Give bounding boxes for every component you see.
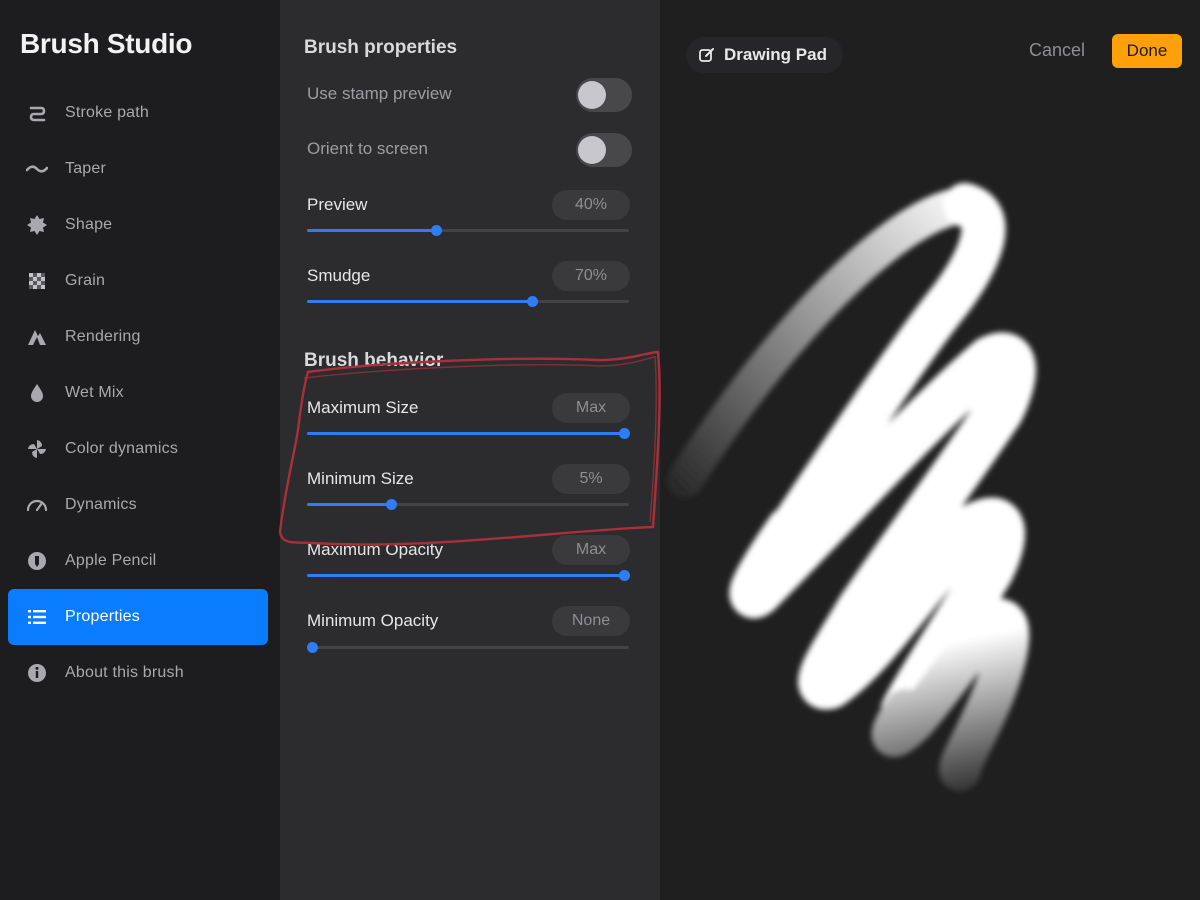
wet-mix-icon <box>24 380 50 406</box>
sidebar-item-label: Rendering <box>65 328 141 345</box>
sidebar-item-wet-mix[interactable]: Wet Mix <box>8 365 268 421</box>
minimum-size-slider[interactable] <box>307 498 629 510</box>
use-stamp-preview-toggle[interactable] <box>576 78 632 112</box>
slider-thumb[interactable] <box>619 428 630 439</box>
maximum-size-slider[interactable] <box>307 427 630 439</box>
cancel-button[interactable]: Cancel <box>1029 40 1085 61</box>
minimum-opacity-slider[interactable] <box>307 641 629 653</box>
sidebar-item-stroke-path[interactable]: Stroke path <box>8 85 268 141</box>
done-button[interactable]: Done <box>1112 34 1182 68</box>
sidebar-item-label: Color dynamics <box>65 440 179 457</box>
smudge-label: Smudge <box>307 266 371 285</box>
toggle-knob <box>578 81 606 109</box>
section-title-brush-properties: Brush properties <box>304 37 458 58</box>
minimum-size-label: Minimum Size <box>307 469 414 488</box>
taper-icon <box>24 156 50 182</box>
sidebar-item-label: Wet Mix <box>65 384 124 401</box>
slider-fill <box>307 574 629 577</box>
slider-thumb[interactable] <box>527 296 539 307</box>
properties-panel: Brush properties Use stamp preview Orien… <box>280 0 660 900</box>
sidebar-item-label: Taper <box>65 160 107 177</box>
slider-fill <box>307 503 391 506</box>
sidebar-item-label: Apple Pencil <box>65 552 157 569</box>
maximum-opacity-value[interactable]: Max <box>552 535 630 565</box>
slider-fill <box>307 432 629 435</box>
maximum-size-label: Maximum Size <box>307 398 419 417</box>
edit-icon <box>699 48 714 62</box>
preview-value[interactable]: 40% <box>552 190 630 220</box>
sidebar-item-label: About this brush <box>65 664 184 681</box>
section-title-brush-behavior: Brush behavior <box>304 350 444 371</box>
stroke-path-icon <box>24 100 50 126</box>
drawing-pad-label: Drawing Pad <box>724 45 827 64</box>
grain-icon <box>24 268 50 294</box>
slider-track <box>307 646 629 649</box>
drawing-pad-button[interactable]: Drawing Pad <box>686 37 843 73</box>
about-icon <box>24 660 50 686</box>
minimum-size-value[interactable]: 5% <box>552 464 630 494</box>
properties-icon <box>24 604 50 630</box>
toggle-knob <box>578 136 606 164</box>
dynamics-icon <box>24 492 50 518</box>
use-stamp-preview-label: Use stamp preview <box>307 84 452 103</box>
slider-fill <box>307 300 533 303</box>
rendering-icon <box>24 324 50 350</box>
sidebar-item-rendering[interactable]: Rendering <box>8 309 268 365</box>
sidebar-item-label: Properties <box>65 608 140 625</box>
orient-to-screen-toggle[interactable] <box>576 133 632 167</box>
sidebar-item-label: Grain <box>65 272 106 289</box>
maximum-opacity-slider[interactable] <box>307 569 630 581</box>
color-dynamics-icon <box>24 436 50 462</box>
sidebar: Brush Studio Stroke path Taper Shape Gra… <box>0 0 280 900</box>
orient-to-screen-label: Orient to screen <box>307 139 428 158</box>
maximum-opacity-label: Maximum Opacity <box>307 540 444 559</box>
sidebar-item-label: Dynamics <box>65 496 137 513</box>
preview-label: Preview <box>307 195 368 214</box>
maximum-size-value[interactable]: Max <box>552 393 630 423</box>
slider-fill <box>307 229 436 232</box>
sidebar-item-label: Shape <box>65 216 113 233</box>
smudge-slider[interactable] <box>307 295 629 307</box>
sidebar-item-color-dynamics[interactable]: Color dynamics <box>8 421 268 477</box>
sidebar-item-about[interactable]: About this brush <box>8 645 268 701</box>
sidebar-item-apple-pencil[interactable]: Apple Pencil <box>8 533 268 589</box>
smudge-value[interactable]: 70% <box>552 261 630 291</box>
sidebar-item-taper[interactable]: Taper <box>8 141 268 197</box>
slider-thumb[interactable] <box>430 225 442 236</box>
sidebar-item-label: Stroke path <box>65 104 150 121</box>
minimum-opacity-value[interactable]: None <box>552 606 630 636</box>
sidebar-item-grain[interactable]: Grain <box>8 253 268 309</box>
preview-slider[interactable] <box>307 224 629 236</box>
drawing-canvas[interactable]: Drawing Pad Cancel Done <box>660 0 1200 900</box>
apple-pencil-icon <box>24 548 50 574</box>
slider-thumb[interactable] <box>385 499 397 510</box>
minimum-opacity-label: Minimum Opacity <box>307 611 439 630</box>
app-title: Brush Studio <box>20 28 193 59</box>
slider-thumb[interactable] <box>307 642 318 653</box>
shape-icon <box>24 212 50 238</box>
sidebar-item-shape[interactable]: Shape <box>8 197 268 253</box>
brush-stroke-preview <box>667 183 1036 791</box>
sidebar-item-properties[interactable]: Properties <box>8 589 268 645</box>
sidebar-item-dynamics[interactable]: Dynamics <box>8 477 268 533</box>
slider-thumb[interactable] <box>619 570 630 581</box>
